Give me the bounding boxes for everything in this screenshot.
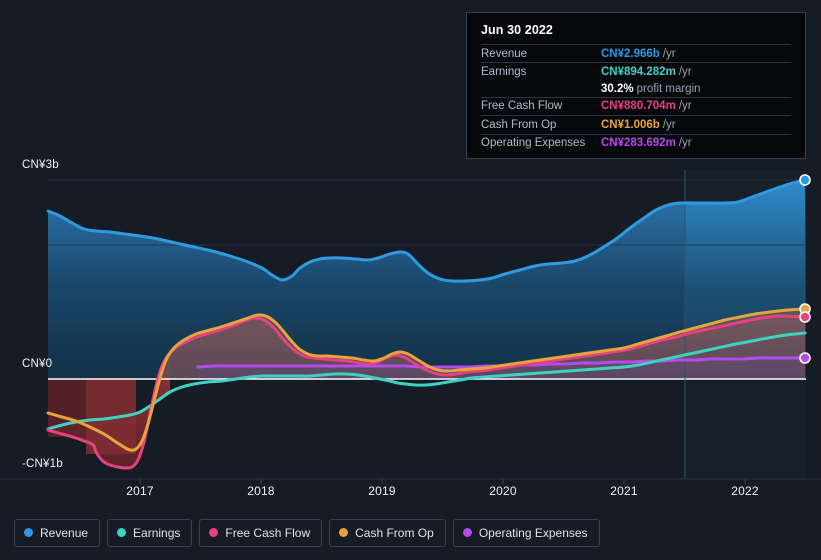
- tooltip-date: Jun 30 2022: [481, 23, 553, 37]
- tooltip-row-free-cash-flow: Free Cash Flow CN¥880.704m/yr: [481, 96, 791, 115]
- legend-item-label: Revenue: [40, 525, 89, 540]
- legend-item-free-cash-flow[interactable]: Free Cash Flow: [199, 518, 323, 547]
- tooltip-row-value: 30.2%: [601, 82, 634, 95]
- legend-item-label: Operating Expenses: [478, 525, 588, 540]
- legend-item-revenue[interactable]: Revenue: [14, 518, 101, 547]
- tooltip-row-value: CN¥1.006b: [601, 118, 660, 131]
- tooltip-row-unit: profit margin: [636, 82, 701, 95]
- legend-item-label: Cash From Op: [355, 525, 434, 540]
- legend-color-dot-icon: [24, 528, 33, 537]
- x-axis-label-2017: 2017: [126, 484, 154, 498]
- tooltip-row-label: Revenue: [481, 47, 528, 60]
- y-axis-label-3b: CN¥3b: [22, 159, 59, 171]
- legend-item-operating-expenses[interactable]: Operating Expenses: [452, 518, 600, 547]
- tooltip-row-unit: /yr: [662, 118, 676, 131]
- x-axis-label-2021: 2021: [610, 484, 638, 498]
- tooltip-row-unit: /yr: [678, 66, 692, 79]
- tooltip-row-unit: /yr: [678, 100, 692, 113]
- tooltip-row-revenue: Revenue CN¥2.966b/yr: [481, 44, 791, 62]
- y-axis-label-minus-1b: -CN¥1b: [22, 458, 63, 470]
- financial-chart-page: CN¥3b CN¥0 -CN¥1b 2017 2018 2019 2020 2021 20…: [0, 0, 821, 560]
- legend-item-earnings[interactable]: Earnings: [107, 518, 193, 547]
- tooltip-row-value: CN¥894.282m: [601, 66, 676, 79]
- legend-item-cash-from-op[interactable]: Cash From Op: [329, 518, 446, 547]
- chart-legend: Revenue Earnings Free Cash Flow Cash From O…: [0, 505, 821, 560]
- x-axis-label-2020: 2020: [489, 484, 517, 498]
- tooltip-row-unit: /yr: [662, 47, 676, 60]
- tooltip-row-operating-expenses: Operating Expenses CN¥283.692m/yr: [481, 133, 791, 152]
- tooltip-rows: Revenue CN¥2.966b/yr Earnings CN¥894.282m/y…: [481, 44, 791, 152]
- legend-item-label: Earnings: [133, 525, 181, 540]
- legend-color-dot-icon: [117, 528, 127, 537]
- legend-color-dot-icon: [462, 528, 472, 537]
- legend-item-label: Free Cash Flow: [225, 525, 311, 540]
- tooltip-row-label: Operating Expenses: [481, 137, 586, 150]
- x-axis-label-2019: 2019: [368, 484, 396, 498]
- tooltip-row-value: CN¥2.966b: [601, 47, 660, 60]
- tooltip-row-earnings: Earnings CN¥894.282m/yr: [481, 62, 791, 80]
- legend-color-dot-icon: [209, 528, 219, 537]
- tooltip-row-value: CN¥880.704m: [601, 100, 676, 113]
- chart-tooltip: Jun 30 2022 Revenue CN¥2.966b/yr Earnings C…: [466, 12, 806, 159]
- tooltip-row-label: Earnings: [481, 66, 527, 79]
- tooltip-row-unit: /yr: [678, 137, 692, 150]
- tooltip-row-profit-margin: 30.2% profit margin: [481, 81, 791, 97]
- tooltip-row-label: Free Cash Flow: [481, 100, 563, 113]
- tooltip-row-value: CN¥283.692m: [601, 137, 676, 150]
- tooltip-row-label: Cash From Op: [481, 118, 557, 131]
- legend-color-dot-icon: [339, 528, 349, 537]
- y-axis-label-0: CN¥0: [22, 358, 53, 370]
- tooltip-row-cash-from-op: Cash From Op CN¥1.006b/yr: [481, 115, 791, 133]
- x-axis-label-2022: 2022: [731, 484, 759, 498]
- x-axis-label-2018: 2018: [247, 484, 275, 498]
